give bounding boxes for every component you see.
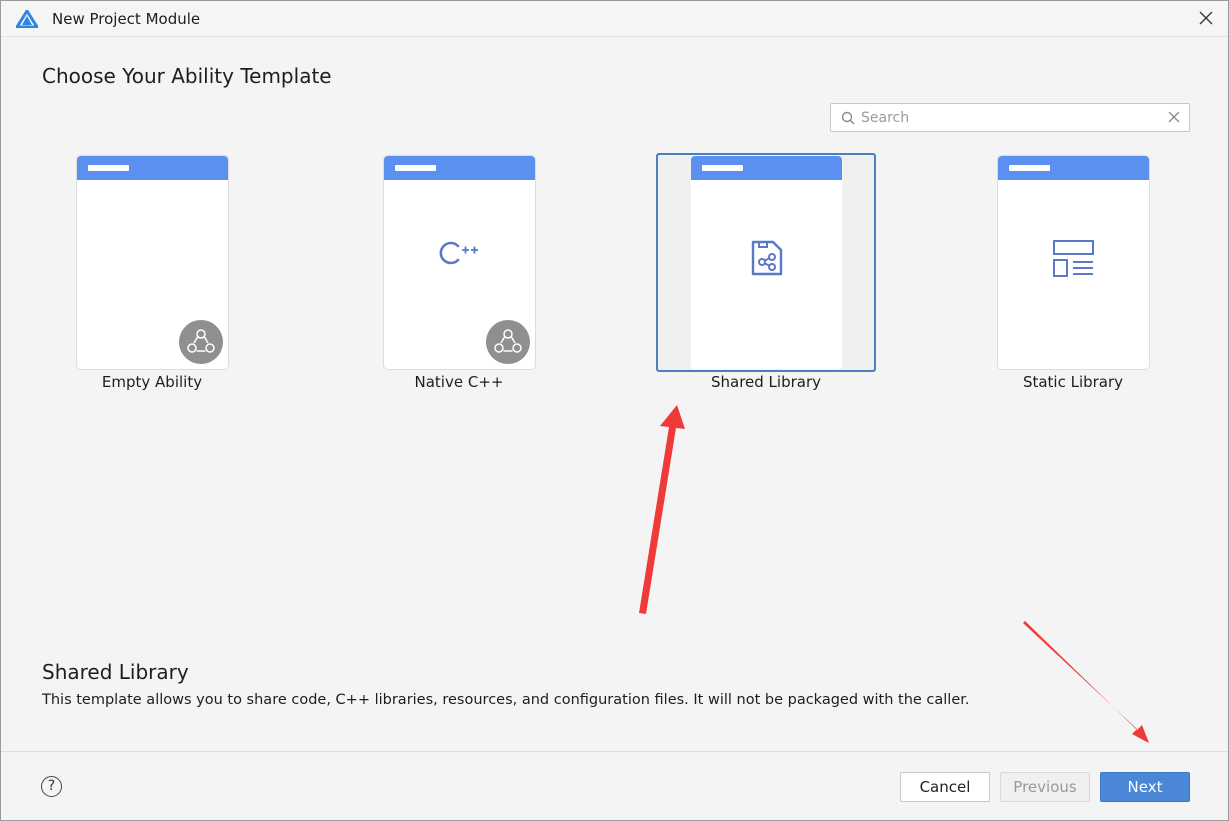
cancel-button[interactable]: Cancel: [900, 772, 990, 802]
arrow-to-next-button: [1023, 621, 1149, 743]
previous-button[interactable]: Previous: [1000, 772, 1090, 802]
cpp-icon: [439, 241, 478, 265]
description-title: Shared Library: [42, 660, 189, 684]
card-header: [384, 156, 535, 180]
template-static-library[interactable]: Static Library: [963, 153, 1183, 398]
template-label: Shared Library: [710, 373, 822, 391]
new-project-module-dialog: New Project Module Choose Your Ability T…: [0, 0, 1229, 821]
help-button[interactable]: ?: [41, 776, 62, 797]
help-icon: ?: [47, 778, 56, 794]
shared-library-icon: [751, 240, 782, 276]
template-native-cpp[interactable]: Native C++: [349, 153, 569, 398]
search-icon: [841, 111, 855, 125]
template-shared-library[interactable]: Shared Library: [656, 153, 876, 398]
template-label: Empty Ability: [101, 373, 203, 391]
static-library-icon: [1052, 240, 1094, 277]
template-empty-ability[interactable]: Empty Ability: [42, 153, 262, 398]
title-bar: New Project Module: [1, 1, 1228, 37]
template-card: [690, 155, 843, 370]
atomic-service-icon: [486, 320, 530, 364]
card-header: [998, 156, 1149, 180]
app-logo-icon: [16, 10, 38, 28]
template-card: [383, 155, 536, 370]
close-button[interactable]: [1198, 9, 1214, 27]
search-input[interactable]: [861, 106, 1161, 129]
clear-search-icon[interactable]: [1167, 110, 1181, 124]
next-button[interactable]: Next: [1100, 772, 1190, 802]
arrow-to-shared-library: [639, 405, 685, 614]
page-title: Choose Your Ability Template: [42, 64, 332, 88]
card-header: [77, 156, 228, 180]
description-text: This template allows you to share code, …: [42, 692, 970, 708]
template-label: Native C++: [414, 373, 504, 391]
template-label: Static Library: [1022, 373, 1124, 391]
atomic-service-icon: [179, 320, 223, 364]
window-title: New Project Module: [52, 10, 201, 28]
close-icon: [1199, 11, 1213, 25]
footer-divider: [1, 751, 1228, 752]
template-card: [997, 155, 1150, 370]
search-field[interactable]: [830, 103, 1190, 132]
card-header: [691, 156, 842, 180]
template-card: [76, 155, 229, 370]
